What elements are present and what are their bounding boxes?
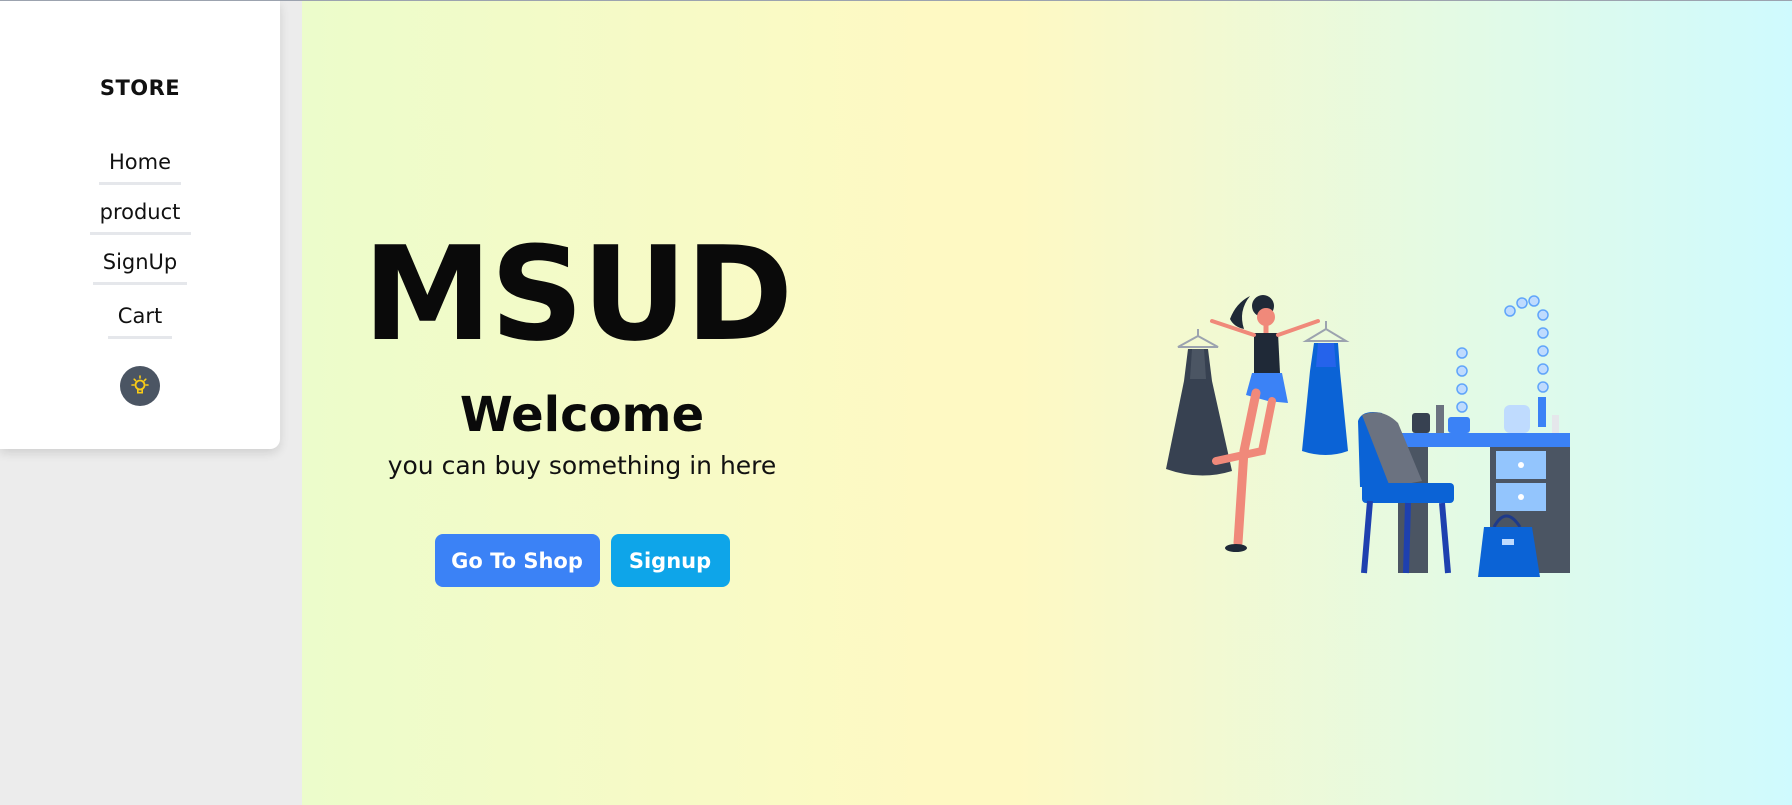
hero-text: MSUD Welcome you can buy something in he… xyxy=(363,229,793,587)
hero-section: MSUD Welcome you can buy something in he… xyxy=(302,1,1792,805)
cta-row: Go To Shop Signup xyxy=(434,534,730,587)
nav-cart[interactable]: Cart xyxy=(108,298,172,339)
sidebar: STORE Home product SignUp Cart xyxy=(0,1,280,449)
hero-title: MSUD xyxy=(362,218,793,370)
sidebar-nav: Home product SignUp Cart xyxy=(89,144,191,348)
go-to-shop-button[interactable]: Go To Shop xyxy=(434,534,600,587)
signup-button[interactable]: Signup xyxy=(610,534,730,587)
lightbulb-icon xyxy=(131,375,149,394)
nav-home[interactable]: Home xyxy=(99,144,181,185)
welcome-heading: Welcome xyxy=(459,387,705,443)
app-root: STORE Home product SignUp Cart MSUD Welc… xyxy=(0,0,1792,805)
brand-logo[interactable]: STORE xyxy=(100,76,180,100)
shopping-woman-illustration xyxy=(1166,295,1570,577)
nav-signup[interactable]: SignUp xyxy=(93,244,187,285)
nav-product[interactable]: product xyxy=(89,194,191,235)
theme-toggle-button[interactable] xyxy=(120,366,160,406)
hero-subtitle: you can buy something in here xyxy=(387,451,777,480)
top-border xyxy=(0,0,1792,1)
